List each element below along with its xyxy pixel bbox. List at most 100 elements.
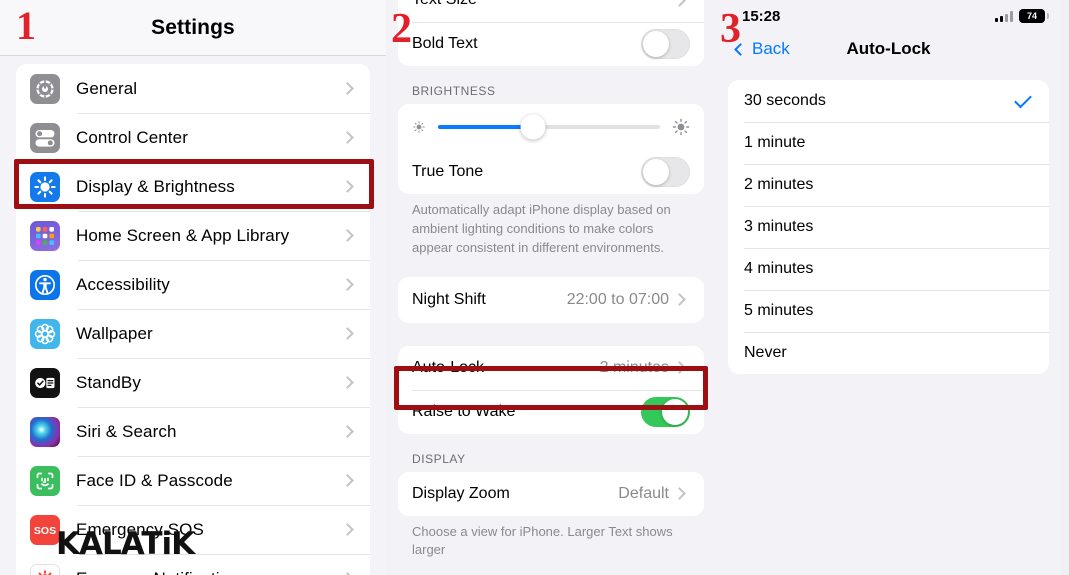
sidebar-item-wallpaper[interactable]: Wallpaper — [16, 309, 370, 358]
option-never[interactable]: Never — [728, 332, 1049, 374]
sidebar-item-face-id[interactable]: Face ID & Passcode — [16, 456, 370, 505]
option-label: 5 minutes — [744, 302, 814, 319]
status-time: 15:28 — [742, 7, 781, 25]
bold-text-toggle[interactable] — [641, 29, 690, 59]
chevron-right-icon — [341, 229, 354, 242]
auto-lock-nav-bar: Back Auto-Lock — [716, 32, 1061, 66]
page-title: Settings — [151, 15, 235, 39]
row-night-shift[interactable]: Night Shift 22:00 to 07:00 — [398, 276, 704, 323]
back-button[interactable]: Back — [734, 39, 790, 59]
chevron-right-icon — [341, 180, 354, 193]
bold-text-label: Bold Text — [412, 35, 478, 52]
brightness-track[interactable] — [438, 114, 660, 140]
sidebar-item-label: Exposure Notifications — [76, 569, 343, 575]
display-section-header: DISPLAY — [412, 451, 466, 466]
night-shift-label: Night Shift — [412, 290, 486, 308]
sidebar-item-standby[interactable]: StandBy — [16, 358, 370, 407]
option-5-minutes[interactable]: 5 minutes — [728, 290, 1049, 332]
status-indicators: 74 — [995, 9, 1049, 23]
row-display-zoom[interactable]: Display Zoom Default — [398, 471, 704, 516]
app-grid-icon — [30, 220, 60, 251]
option-label: 1 minute — [744, 134, 806, 151]
row-raise-to-wake[interactable]: Raise to Wake — [398, 389, 704, 434]
chevron-right-icon — [673, 487, 686, 500]
standby-clock-icon — [30, 367, 60, 398]
chevron-right-icon — [341, 131, 354, 144]
display-zoom-value: Default — [618, 484, 669, 502]
cellular-signal-icon — [995, 10, 1013, 22]
chevron-right-icon — [673, 0, 686, 7]
option-1-minute[interactable]: 1 minute — [728, 122, 1049, 164]
sidebar-item-general[interactable]: General — [16, 64, 370, 113]
display-zoom-label: Display Zoom — [412, 484, 510, 502]
option-label: 30 seconds — [744, 92, 826, 109]
screenshot-stage: Settings General Control Center Display … — [0, 0, 1069, 575]
sidebar-item-siri-search[interactable]: Siri & Search — [16, 407, 370, 456]
brightness-slider-row[interactable] — [398, 104, 704, 150]
raise-to-wake-label: Raise to Wake — [412, 402, 516, 420]
sidebar-item-label: Home Screen & App Library — [76, 225, 290, 245]
sidebar-item-display-brightness[interactable]: Display & Brightness — [16, 162, 370, 211]
true-tone-toggle[interactable] — [641, 157, 690, 187]
auto-lock-panel: 15:28 74 Back Auto-Lock 30 seconds 1 min… — [716, 0, 1061, 575]
option-label: 4 minutes — [744, 260, 814, 277]
sun-bright-icon — [672, 118, 690, 136]
brightness-sun-icon — [30, 171, 60, 202]
chevron-right-icon — [341, 474, 354, 487]
sidebar-item-label: Control Center — [76, 127, 188, 147]
annotation-number-1: 1 — [16, 3, 36, 48]
sun-dim-icon — [412, 120, 426, 134]
display-zoom-group: Display Zoom Default — [398, 471, 704, 516]
row-auto-lock[interactable]: Auto-Lock 2 minutes — [398, 345, 704, 390]
option-label: 3 minutes — [744, 218, 814, 235]
chevron-right-icon — [341, 376, 354, 389]
battery-icon: 74 — [1019, 9, 1049, 23]
text-size-label: Text Size — [412, 0, 675, 9]
display-zoom-footer: Choose a view for iPhone. Larger Text sh… — [412, 523, 673, 558]
sidebar-item-label: Accessibility — [76, 274, 170, 294]
sidebar-item-accessibility[interactable]: Accessibility — [16, 260, 370, 309]
face-id-icon — [30, 465, 60, 496]
autolock-group: Auto-Lock 2 minutes Raise to Wake — [398, 345, 704, 434]
sidebar-item-label: StandBy — [76, 372, 141, 392]
sidebar-item-label: General — [76, 78, 138, 98]
option-30-seconds[interactable]: 30 seconds — [728, 80, 1049, 122]
auto-lock-value: 2 minutes — [599, 358, 669, 376]
sliders-icon — [30, 122, 60, 153]
watermark: KALATiK — [56, 526, 195, 562]
annotation-number-2: 2 — [391, 6, 412, 52]
sidebar-item-home-screen[interactable]: Home Screen & App Library — [16, 211, 370, 260]
gear-icon — [30, 73, 60, 104]
sidebar-item-label: Wallpaper — [76, 323, 153, 343]
row-true-tone[interactable]: True Tone — [398, 150, 704, 194]
sidebar-item-control-center[interactable]: Control Center — [16, 113, 370, 162]
accessibility-icon — [30, 269, 60, 300]
auto-lock-options-group: 30 seconds 1 minute 2 minutes 3 minutes … — [728, 80, 1049, 374]
sidebar-item-label: Display & Brightness — [76, 176, 235, 196]
raise-to-wake-toggle[interactable] — [641, 396, 690, 427]
chevron-right-icon — [673, 361, 686, 374]
chevron-right-icon — [341, 82, 354, 95]
chevron-right-icon — [341, 327, 354, 340]
display-brightness-panel: Text Size Bold Text BRIGHTNESS — [386, 0, 716, 575]
option-2-minutes[interactable]: 2 minutes — [728, 164, 1049, 206]
option-4-minutes[interactable]: 4 minutes — [728, 248, 1049, 290]
svg-text:SOS: SOS — [34, 525, 56, 537]
annotation-number-3: 3 — [720, 6, 741, 52]
text-group: Text Size Bold Text — [398, 0, 704, 66]
sidebar-item-label: Face ID & Passcode — [76, 470, 233, 490]
true-tone-footer: Automatically adapt iPhone display based… — [412, 202, 671, 255]
exposure-icon — [30, 563, 60, 575]
row-text-size[interactable]: Text Size — [398, 0, 704, 22]
night-shift-group: Night Shift 22:00 to 07:00 — [398, 276, 704, 323]
chevron-right-icon — [341, 278, 354, 291]
chevron-right-icon — [673, 293, 686, 306]
true-tone-label: True Tone — [412, 163, 484, 180]
row-bold-text[interactable]: Bold Text — [398, 22, 704, 66]
chevron-right-icon — [341, 425, 354, 438]
back-label: Back — [752, 39, 790, 58]
option-3-minutes[interactable]: 3 minutes — [728, 206, 1049, 248]
siri-orb-icon — [30, 416, 60, 447]
sidebar-item-label: Siri & Search — [76, 421, 177, 441]
battery-level: 74 — [1026, 11, 1037, 21]
